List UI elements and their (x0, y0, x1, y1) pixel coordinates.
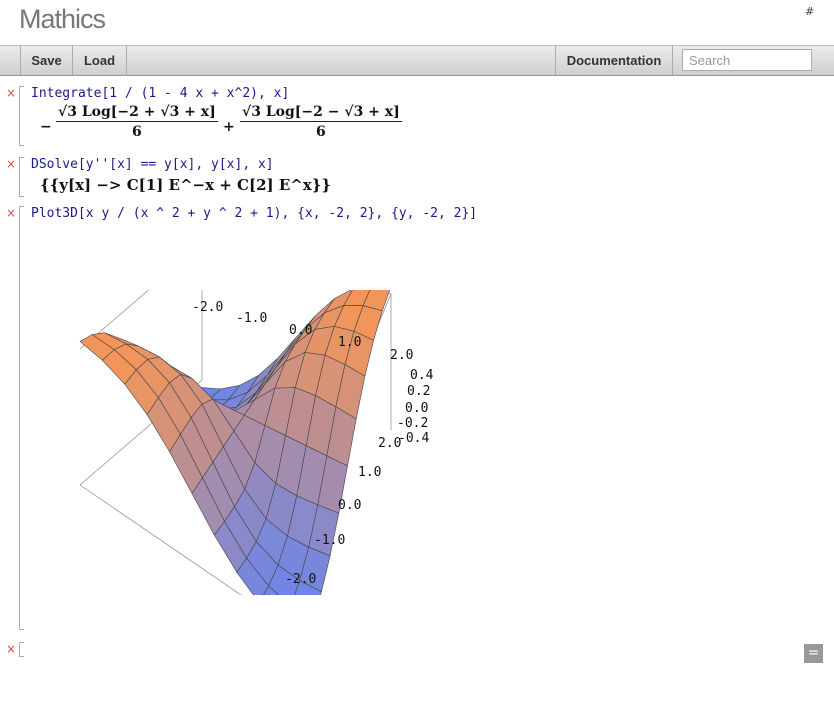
y-tick-label: 1.0 (358, 465, 381, 480)
y-tick-label: -1.0 (314, 533, 345, 548)
x-tick-label: 0.0 (289, 323, 312, 338)
cell-1-input[interactable]: Integrate[1 / (1 - 4 x + x^2), x] (31, 86, 289, 101)
x-tick-label: 2.0 (390, 348, 413, 363)
output-minus-sign: − (40, 119, 52, 135)
output-fraction-1: √3 Log[−2 + √3 + x] 6 (56, 104, 218, 140)
y-tick-label: 0.0 (338, 498, 361, 513)
delete-new-cell-close-icon[interactable]: × (6, 643, 16, 655)
load-button[interactable]: Load (73, 46, 126, 75)
x-tick-label: -2.0 (192, 300, 223, 315)
permalink-hash-link[interactable]: # (805, 5, 814, 18)
cell-3-input[interactable]: Plot3D[x y / (x ^ 2 + y ^ 2 + 1), {x, -2… (31, 206, 477, 221)
fraction-2-numerator: √3 Log[−2 − √3 + x] (240, 104, 402, 122)
evaluate-equals-button[interactable]: = (804, 644, 823, 663)
x-tick-label: 1.0 (338, 335, 361, 350)
fraction-2-denominator: 6 (316, 124, 326, 140)
save-button[interactable]: Save (21, 46, 72, 75)
documentation-button[interactable]: Documentation (556, 46, 672, 75)
cell-1-bracket (19, 86, 24, 146)
delete-cell-2-close-icon[interactable]: × (6, 158, 16, 170)
z-tick-label: 0.4 (410, 368, 434, 383)
fraction-1-numerator: √3 Log[−2 + √3 + x] (56, 104, 218, 122)
plot3d-graphic: -2.0-1.00.01.02.02.01.00.0-1.0-2.00.40.2… (79, 290, 434, 595)
output-plus-sign: + (223, 119, 235, 135)
new-cell-input[interactable] (19, 642, 24, 657)
cell-2-output: {{y[x] −> C[1] E^−x + C[2] E^x}} (40, 176, 332, 194)
z-tick-label: -0.2 (397, 416, 428, 431)
z-tick-label: 0.0 (405, 401, 428, 416)
app-logo: Mathics (19, 4, 106, 34)
cell-3-bracket (19, 206, 24, 630)
delete-cell-3-close-icon[interactable]: × (6, 207, 16, 219)
fraction-1-denominator: 6 (132, 124, 142, 140)
cell-2-input[interactable]: DSolve[y''[x] == y[x], y[x], x] (31, 157, 274, 172)
delete-cell-1-close-icon[interactable]: × (6, 87, 16, 99)
z-tick-label: -0.4 (398, 431, 429, 446)
x-tick-label: -1.0 (236, 311, 267, 326)
z-tick-label: 0.2 (407, 384, 430, 399)
y-tick-label: -2.0 (285, 572, 316, 587)
toolbar: Save Load Documentation (0, 45, 834, 76)
output-fraction-2: √3 Log[−2 − √3 + x] 6 (240, 104, 402, 140)
search-input[interactable] (682, 49, 812, 71)
cell-2-bracket (19, 157, 24, 197)
